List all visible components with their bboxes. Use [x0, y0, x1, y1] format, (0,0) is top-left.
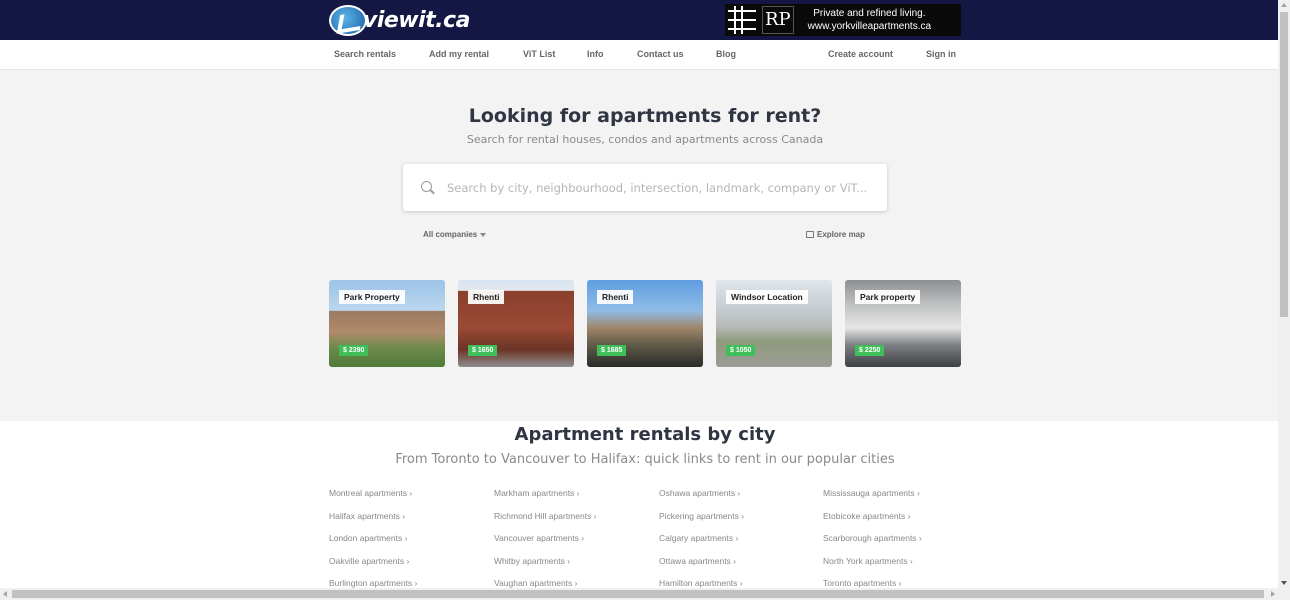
city-link[interactable]: Vancouver apartments ›: [494, 533, 584, 543]
city-link[interactable]: Montreal apartments ›: [329, 488, 412, 498]
city-link[interactable]: Halifax apartments ›: [329, 511, 405, 521]
cities-section: [0, 421, 1278, 600]
ad-logo-lines-icon: [728, 6, 756, 34]
city-link[interactable]: Burlington apartments ›: [329, 578, 417, 588]
ad-rp-logo: RP: [762, 6, 794, 34]
scroll-up-arrow-icon[interactable]: [1281, 3, 1287, 7]
explore-map-label: Explore map: [817, 230, 866, 239]
listing-price: $ 1050: [726, 345, 756, 356]
logo-mark-icon: [329, 5, 367, 36]
horizontal-scroll-thumb[interactable]: [12, 590, 1264, 598]
viewit-logo[interactable]: viewit.ca: [329, 5, 470, 36]
map-icon: [806, 231, 814, 238]
logo-text: viewit.ca: [363, 8, 470, 33]
city-link[interactable]: Vaughan apartments ›: [494, 578, 577, 588]
top-banner: viewit.ca RP Private and refined living.…: [0, 0, 1278, 40]
nav-sign-in[interactable]: Sign in: [926, 49, 956, 59]
nav-contact-us[interactable]: Contact us: [637, 49, 684, 59]
listing-company: Park Property: [339, 290, 405, 304]
explore-map-link[interactable]: Explore map: [806, 230, 865, 239]
scroll-left-arrow-icon[interactable]: [3, 591, 7, 597]
city-link[interactable]: Markham apartments ›: [494, 488, 580, 498]
listing-card[interactable]: Windsor Location $ 1050: [716, 280, 832, 367]
listing-company: Rhenti: [468, 290, 505, 304]
city-link[interactable]: Pickering apartments ›: [659, 511, 744, 521]
scroll-down-arrow-icon[interactable]: [1281, 581, 1287, 585]
listing-card[interactable]: Rhenti $ 1650: [458, 280, 574, 367]
listing-card[interactable]: Rhenti $ 1685: [587, 280, 703, 367]
nav-info[interactable]: Info: [587, 49, 604, 59]
ad-url: www.yorkvilleapartments.ca: [807, 21, 932, 32]
company-filter-dropdown[interactable]: All companies: [423, 230, 487, 239]
vertical-scroll-thumb[interactable]: [1280, 12, 1288, 317]
nav-vit-list[interactable]: ViT List: [523, 49, 555, 59]
city-link[interactable]: Calgary apartments ›: [659, 533, 738, 543]
listing-price: $ 1650: [468, 345, 498, 356]
caret-down-icon: [480, 232, 487, 237]
main-nav: Search rentals Add my rental ViT List In…: [0, 40, 1278, 70]
horizontal-scrollbar[interactable]: [0, 588, 1290, 600]
listing-price: $ 2390: [339, 345, 369, 356]
listing-price: $ 2250: [855, 345, 885, 356]
city-link[interactable]: London apartments ›: [329, 533, 407, 543]
listing-card[interactable]: Park Property $ 2390: [329, 280, 445, 367]
city-link[interactable]: Whitby apartments ›: [494, 556, 570, 566]
ad-text: Private and refined living. www.yorkvill…: [808, 7, 931, 33]
city-link[interactable]: Ottawa apartments ›: [659, 556, 736, 566]
city-link[interactable]: Oakville apartments ›: [329, 556, 409, 566]
nav-search-rentals[interactable]: Search rentals: [334, 49, 396, 59]
search-icon: [421, 180, 435, 195]
city-link[interactable]: Oshawa apartments ›: [659, 488, 740, 498]
advertisement-banner[interactable]: RP Private and refined living. www.yorkv…: [725, 4, 961, 36]
cities-title: Apartment rentals by city: [514, 424, 776, 445]
nav-blog[interactable]: Blog: [716, 49, 736, 59]
hero-subtitle: Search for rental houses, condos and apa…: [466, 133, 824, 146]
vertical-scrollbar[interactable]: [1278, 0, 1290, 588]
cities-subtitle: From Toronto to Vancouver to Halifax: qu…: [395, 452, 895, 467]
nav-add-my-rental[interactable]: Add my rental: [429, 49, 489, 59]
hero-title: Looking for apartments for rent?: [468, 105, 822, 127]
city-link[interactable]: Richmond Hill apartments ›: [494, 511, 597, 521]
city-link[interactable]: Scarborough apartments ›: [823, 533, 922, 543]
listing-company: Rhenti: [597, 290, 634, 304]
ad-tagline: Private and refined living.: [813, 8, 926, 19]
search-input[interactable]: [447, 180, 867, 195]
scroll-right-arrow-icon[interactable]: [1271, 591, 1275, 597]
company-filter-label: All companies: [423, 230, 478, 239]
city-link[interactable]: Toronto apartments ›: [823, 578, 901, 588]
listing-price: $ 1685: [597, 345, 627, 356]
search-box: [403, 164, 887, 211]
city-link[interactable]: North York apartments ›: [823, 556, 913, 566]
city-link[interactable]: Etobicoke apartments ›: [823, 511, 910, 521]
city-link[interactable]: Hamilton apartments ›: [659, 578, 743, 588]
city-link[interactable]: Mississauga apartments ›: [823, 488, 920, 498]
nav-create-account[interactable]: Create account: [828, 49, 893, 59]
listing-company: Windsor Location: [726, 290, 808, 304]
listing-card[interactable]: Park property $ 2250: [845, 280, 961, 367]
listing-company: Park property: [855, 290, 921, 304]
